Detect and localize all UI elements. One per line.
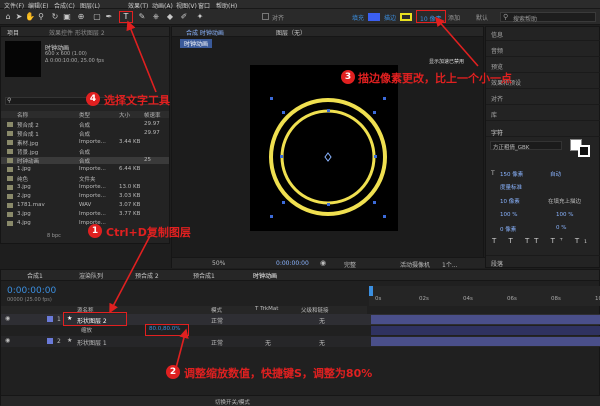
annotation-number: 1	[88, 224, 102, 238]
annotation-number: 2	[166, 365, 180, 379]
annotation-text: 调整缩放数值，快捷键S，调整为80%	[184, 367, 373, 380]
annotation-number: 4	[86, 92, 100, 106]
annotation-text: 描边像素更改，比上一个小一点	[358, 72, 512, 85]
arrow-to-type-tool	[126, 20, 157, 93]
annotation-arrows	[109, 16, 479, 369]
annotation-number: 3	[341, 70, 355, 84]
arrow-to-duplicate-layer	[109, 235, 151, 314]
annotation-text: 选择文字工具	[104, 94, 170, 107]
annotation-text: Ctrl+D复制图层	[106, 226, 191, 239]
arrow-to-scale-value	[175, 328, 189, 369]
arrow-to-stroke-width	[434, 16, 479, 67]
